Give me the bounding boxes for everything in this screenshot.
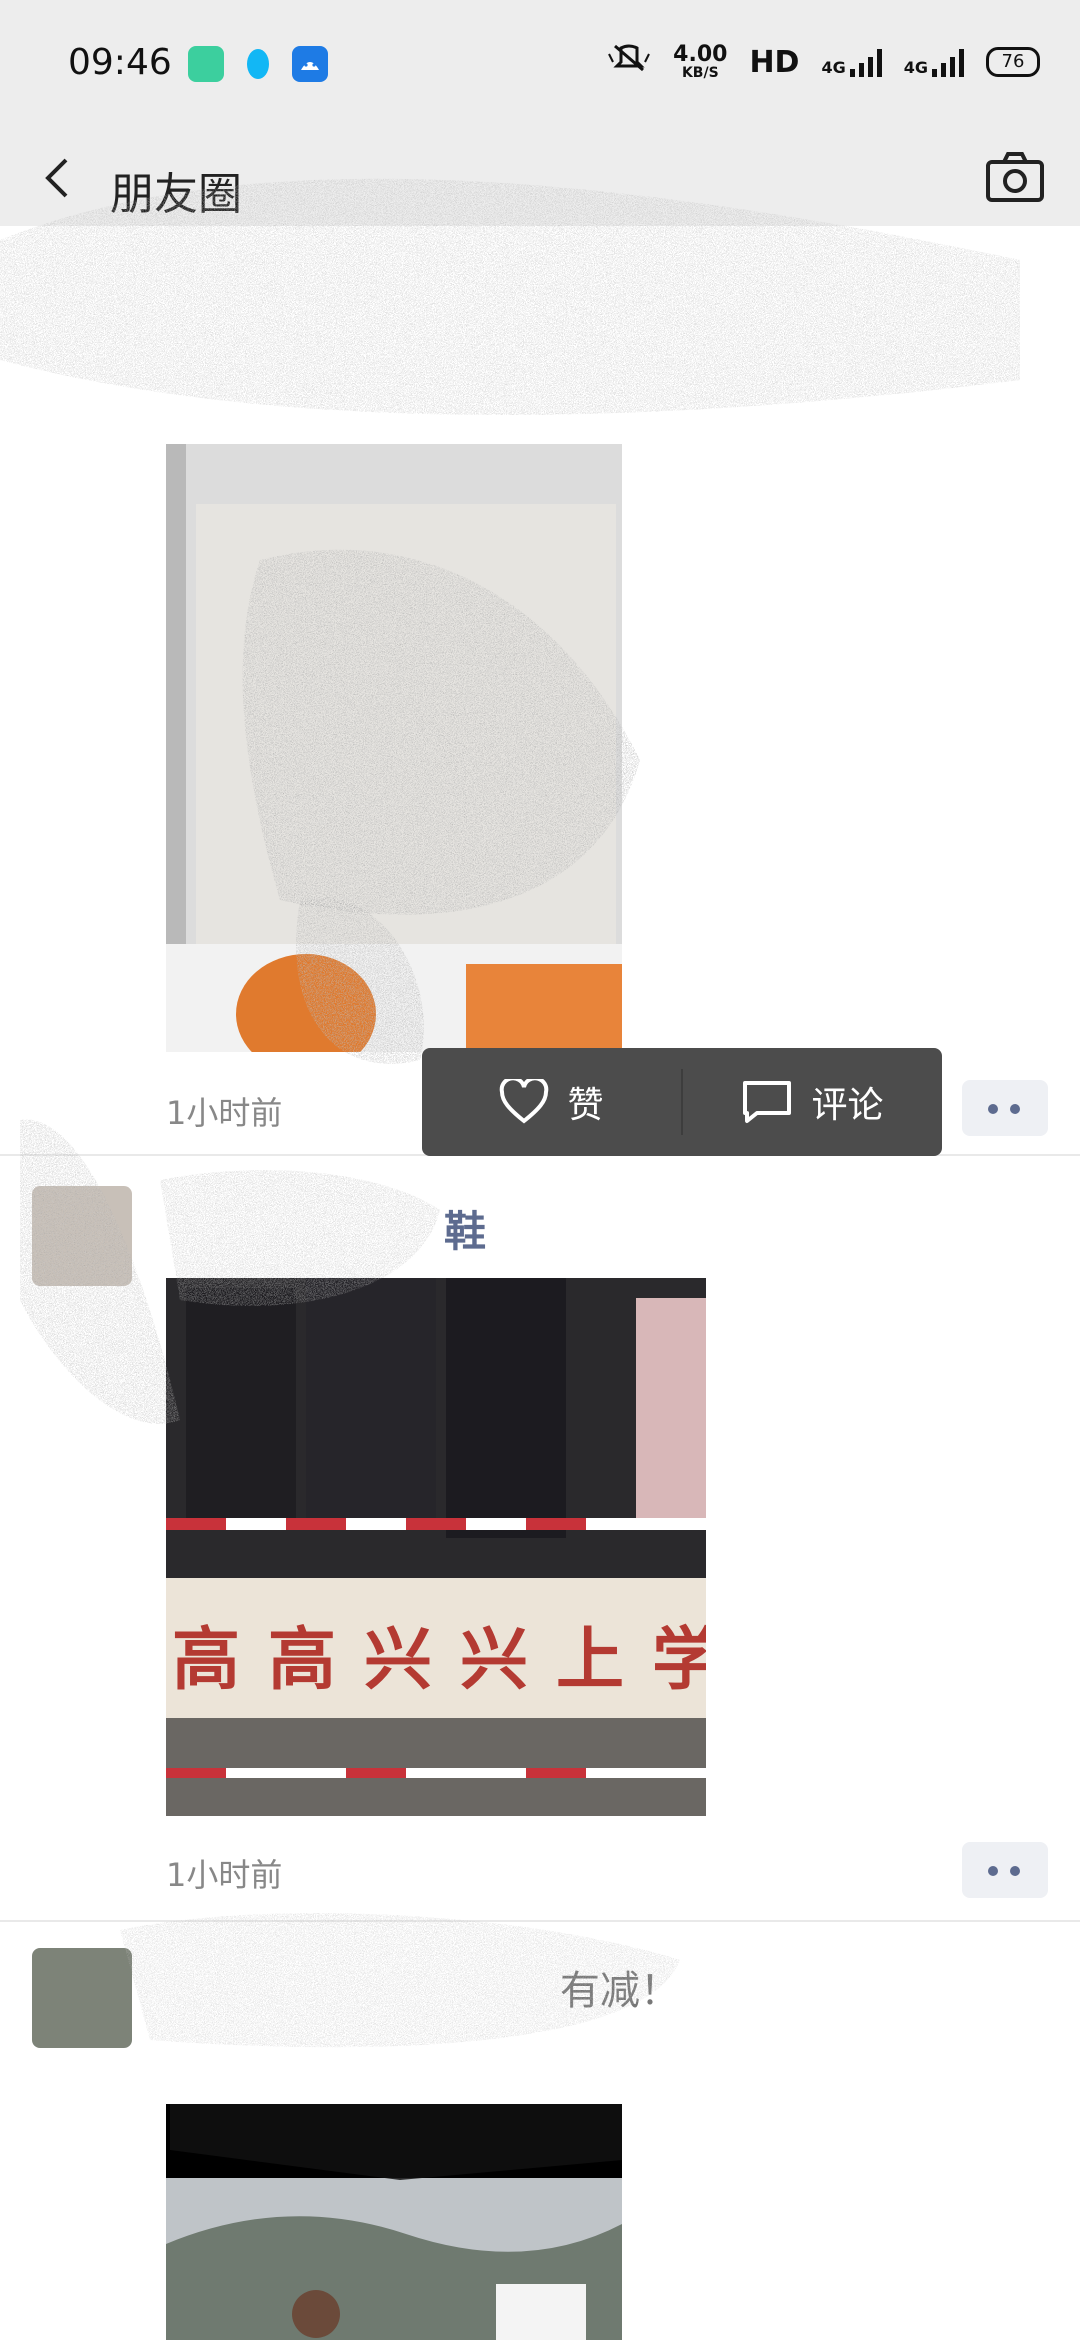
battery-icon: 76 bbox=[986, 47, 1040, 77]
comment-icon bbox=[743, 1081, 792, 1123]
status-bar: 09:46 4.00 KB/S HD 4G 4G 76 bbox=[0, 0, 1080, 130]
chevron-left-icon bbox=[45, 158, 68, 198]
status-right: 4.00 KB/S HD 4G 4G 76 bbox=[607, 42, 1040, 82]
battery-level: 76 bbox=[1001, 51, 1025, 72]
signal-1: 4G bbox=[821, 47, 882, 77]
moment-post: 鞋 高高兴兴上学 1小时前 bbox=[0, 1156, 1080, 1920]
android-icon bbox=[292, 46, 328, 82]
signal-2: 4G bbox=[904, 47, 964, 77]
page-title: 朋友圈 bbox=[110, 169, 242, 220]
heart-icon bbox=[500, 1079, 549, 1124]
banner-text: 高高兴兴上学 bbox=[172, 1621, 706, 1700]
dot-icon bbox=[1010, 1866, 1020, 1876]
like-label: 赞 bbox=[567, 1085, 604, 1126]
network-type-1: 4G bbox=[821, 58, 846, 77]
qq-icon bbox=[240, 46, 276, 82]
hd-label: HD bbox=[749, 44, 800, 80]
net-speed-unit: KB/S bbox=[681, 65, 719, 81]
more-actions-button[interactable] bbox=[962, 1842, 1048, 1898]
more-actions-button[interactable] bbox=[962, 1080, 1048, 1136]
moment-post: 1小时前 bbox=[0, 226, 1080, 1156]
camera-button[interactable] bbox=[980, 142, 1050, 212]
notification-icons bbox=[188, 46, 328, 82]
nav-bar: 朋友圈 bbox=[0, 130, 1080, 226]
action-popup: 赞 评论 bbox=[422, 1048, 942, 1156]
app-notification-icon bbox=[188, 46, 224, 82]
net-speed-value: 4.00 bbox=[673, 42, 728, 67]
network-type-2: 4G bbox=[903, 58, 928, 77]
post-time: 1小时前 bbox=[166, 1856, 283, 1894]
post-time: 1小时前 bbox=[166, 1094, 283, 1132]
status-time: 09:46 bbox=[68, 42, 172, 83]
camera-icon bbox=[986, 152, 1044, 202]
avatar[interactable] bbox=[32, 1948, 132, 2048]
dot-icon bbox=[1010, 1104, 1020, 1114]
comment-label: 评论 bbox=[811, 1085, 884, 1126]
moment-post: 有减！ bbox=[0, 1922, 1080, 2340]
post-photo[interactable]: 高高兴兴上学 bbox=[166, 1278, 706, 1816]
dot-icon bbox=[988, 1866, 998, 1876]
net-speed: 4.00 KB/S bbox=[673, 42, 728, 81]
comment-button[interactable]: 评论 bbox=[683, 1048, 942, 1156]
post-author-name[interactable]: 鞋 bbox=[444, 1198, 486, 1259]
dot-icon bbox=[988, 1104, 998, 1114]
post-photo[interactable] bbox=[166, 444, 622, 1052]
post-photo[interactable] bbox=[166, 2104, 622, 2340]
signal-bars-icon bbox=[849, 47, 882, 77]
mute-vibrate-icon bbox=[607, 42, 651, 82]
like-button[interactable]: 赞 bbox=[422, 1048, 681, 1156]
avatar[interactable] bbox=[32, 1186, 132, 1286]
signal-bars-icon bbox=[932, 47, 964, 77]
post-text: 有减！ bbox=[560, 1968, 680, 2014]
back-button[interactable] bbox=[30, 146, 90, 210]
